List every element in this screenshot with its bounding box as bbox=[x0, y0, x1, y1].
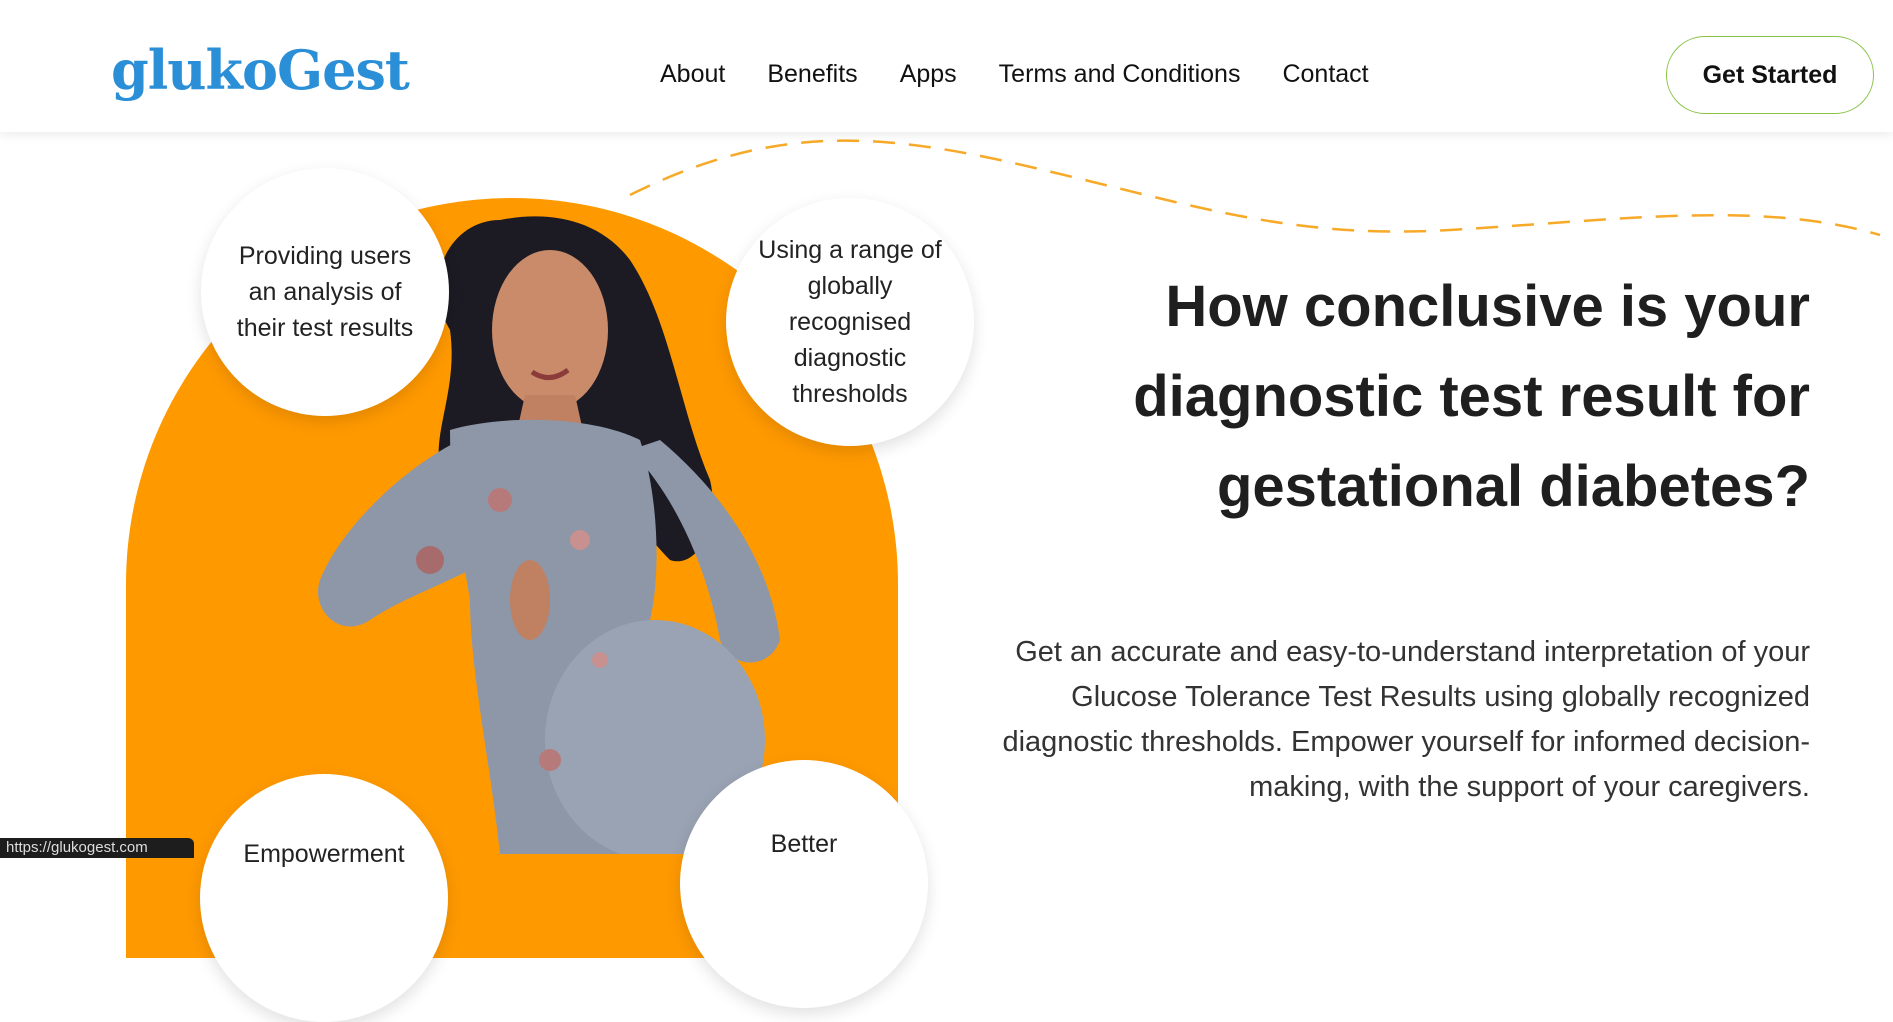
nav-terms[interactable]: Terms and Conditions bbox=[999, 60, 1241, 89]
site-header: glukoGest About Benefits Apps Terms and … bbox=[0, 0, 1893, 132]
nav-contact[interactable]: Contact bbox=[1282, 60, 1368, 89]
nav-apps[interactable]: Apps bbox=[900, 60, 957, 89]
logo[interactable]: glukoGest bbox=[111, 38, 410, 102]
nav-about[interactable]: About bbox=[660, 60, 725, 89]
get-started-button[interactable]: Get Started bbox=[1666, 36, 1874, 114]
feature-bubble-empowerment: Empowerment bbox=[200, 774, 448, 1022]
hero-description: Get an accurate and easy-to-understand i… bbox=[1002, 636, 1810, 803]
feature-bubble-better: Better bbox=[680, 760, 928, 1008]
hero-headline: How conclusive is your diagnostic test r… bbox=[1133, 274, 1810, 519]
link-status-bar: https://glukogest.com bbox=[0, 838, 194, 858]
main-nav: About Benefits Apps Terms and Conditions… bbox=[660, 60, 1411, 89]
feature-bubble-thresholds: Using a range of globally recognised dia… bbox=[726, 198, 974, 446]
feature-bubble-analysis: Providing users an analysis of their tes… bbox=[201, 168, 449, 416]
nav-benefits[interactable]: Benefits bbox=[767, 60, 857, 89]
